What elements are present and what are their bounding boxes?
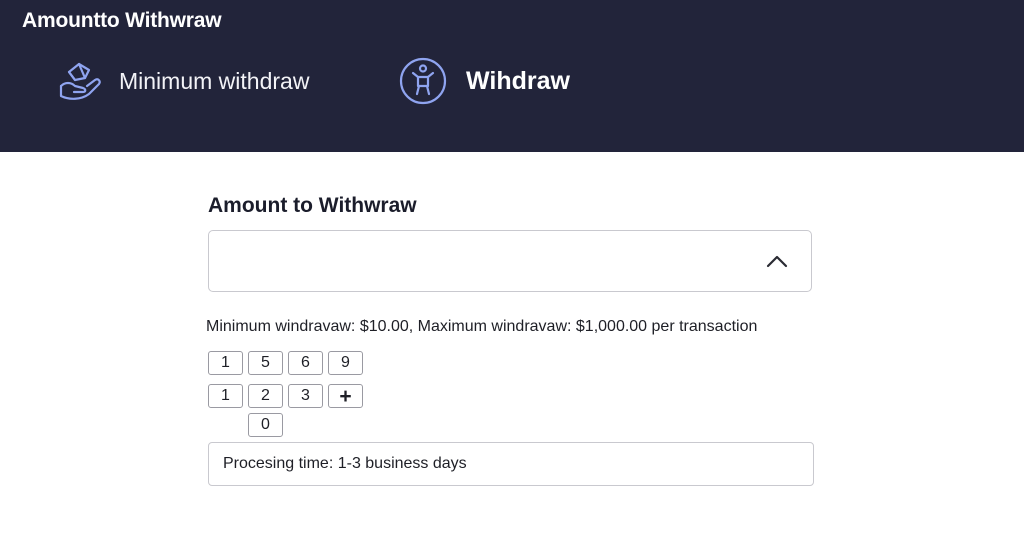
- hand-diamond-icon: [55, 56, 105, 106]
- nav-withdraw-label: Wihdraw: [466, 66, 570, 95]
- keypad-key-1-second[interactable]: 1: [208, 384, 243, 408]
- keypad-key-2[interactable]: 2: [248, 384, 283, 408]
- keypad-key-3[interactable]: 3: [288, 384, 323, 408]
- page-title: Amountto Withwraw: [22, 9, 222, 32]
- processing-time-box: Procesing time: 1-3 business days: [208, 442, 814, 486]
- processing-time-text: Procesing time: 1-3 business days: [223, 455, 467, 472]
- nav-minimum-withdraw[interactable]: Minimum withdraw: [55, 56, 309, 106]
- keypad-key-5[interactable]: 5: [248, 351, 283, 375]
- chevron-up-icon[interactable]: [765, 251, 789, 271]
- withdraw-limits-text: Minimum windravaw: $10.00, Maximum windr…: [206, 318, 758, 335]
- keypad-key-9[interactable]: 9: [328, 351, 363, 375]
- keypad-key-plus[interactable]: +: [328, 384, 363, 408]
- amount-label: Amount to Withwraw: [208, 194, 417, 217]
- keypad-key-1[interactable]: 1: [208, 351, 243, 375]
- person-circle-icon: [398, 56, 448, 106]
- amount-select[interactable]: [208, 230, 812, 292]
- nav-minimum-withdraw-label: Minimum withdraw: [119, 67, 310, 94]
- nav-withdraw[interactable]: Wihdraw: [398, 56, 570, 106]
- keypad-key-6[interactable]: 6: [288, 351, 323, 375]
- keypad-key-0[interactable]: 0: [248, 413, 283, 437]
- top-header: Amountto Withwraw Minimum withdraw Wihdr…: [0, 0, 1024, 152]
